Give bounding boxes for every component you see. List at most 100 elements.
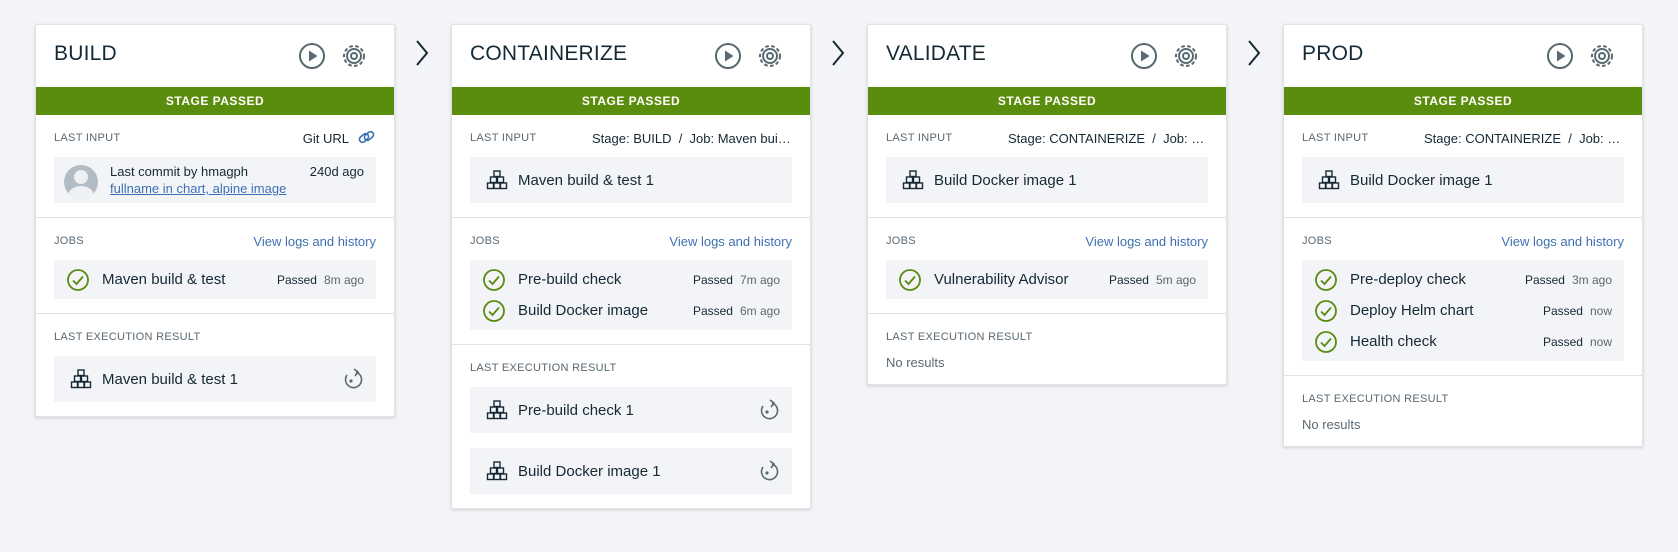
jobs-list: Pre-build check Passed 7m ago Build Dock… xyxy=(470,260,792,330)
redo-icon[interactable] xyxy=(756,397,782,423)
play-icon[interactable] xyxy=(1545,41,1575,71)
gear-icon[interactable] xyxy=(1587,41,1617,71)
job-time: 3m ago xyxy=(1571,272,1612,287)
commit-info: Last commit by hmagph fullname in chart,… xyxy=(54,157,376,203)
job-row[interactable]: Deploy Helm chart Passed now xyxy=(1302,295,1624,326)
job-name: Build Docker image xyxy=(518,302,649,319)
result-item[interactable]: Pre-build check 1 xyxy=(470,387,792,433)
result-item[interactable]: Build Docker image 1 xyxy=(470,448,792,494)
section-label: LAST EXECUTION RESULT xyxy=(470,362,617,374)
check-circle-icon xyxy=(1315,268,1337,291)
stage-header: BUILD xyxy=(36,25,394,87)
result-item[interactable]: Maven build & test 1 xyxy=(54,356,376,402)
gear-icon[interactable] xyxy=(755,41,785,71)
view-logs-link[interactable]: View logs and history xyxy=(253,234,376,249)
stage-title: VALIDATE xyxy=(886,42,987,65)
view-logs-link[interactable]: View logs and history xyxy=(1501,234,1624,249)
input-artifact[interactable]: Maven build & test 1 xyxy=(470,157,792,203)
stage-title: CONTAINERIZE xyxy=(470,42,628,65)
result-name: Maven build & test 1 xyxy=(102,370,238,388)
section-label: LAST EXECUTION RESULT xyxy=(886,331,1033,343)
last-result-section: LAST EXECUTION RESULT No results xyxy=(1284,376,1642,446)
section-label: LAST EXECUTION RESULT xyxy=(54,331,201,343)
stage-title: PROD xyxy=(1302,42,1364,65)
result-name: Pre-build check 1 xyxy=(518,401,634,419)
job-name: Deploy Helm chart xyxy=(1350,302,1474,319)
no-results-text: No results xyxy=(1302,417,1361,432)
result-name: Build Docker image 1 xyxy=(518,462,661,480)
input-source: Stage: BUILD / Job: Maven build & test xyxy=(592,130,792,146)
check-circle-icon xyxy=(483,299,505,322)
stage-card-prod: PROD STAGE PASSED LAST INPUT Stage: CONT… xyxy=(1283,24,1643,447)
last-input-section: LAST INPUT Stage: BUILD / Job: Maven bui… xyxy=(452,115,810,218)
blocks-icon xyxy=(486,461,508,481)
check-circle-icon xyxy=(67,268,89,291)
commit-message-link[interactable]: fullname in chart, alpine image xyxy=(110,181,286,196)
job-time: now xyxy=(1589,303,1612,318)
blocks-icon xyxy=(70,369,92,389)
stage-card-build: BUILD STAGE PASSED LAST INPUT Git URL La… xyxy=(35,24,395,417)
job-status: Passed xyxy=(692,272,733,287)
last-input-section: LAST INPUT Stage: CONTAINERIZE / Job: Bu… xyxy=(868,115,1226,218)
job-row[interactable]: Pre-build check Passed 7m ago xyxy=(470,264,792,295)
redo-icon[interactable] xyxy=(340,366,366,392)
play-icon[interactable] xyxy=(1129,41,1159,71)
gear-icon[interactable] xyxy=(339,41,369,71)
gear-icon[interactable] xyxy=(1171,41,1201,71)
stage-status-banner: STAGE PASSED xyxy=(452,87,810,115)
stage-status-banner: STAGE PASSED xyxy=(36,87,394,115)
job-row[interactable]: Vulnerability Advisor Passed 5m ago xyxy=(886,264,1208,295)
delivery-pipeline: BUILD STAGE PASSED LAST INPUT Git URL La… xyxy=(0,0,1678,552)
section-label: LAST EXECUTION RESULT xyxy=(1302,393,1449,405)
check-circle-icon xyxy=(1315,299,1337,322)
job-time: 5m ago xyxy=(1155,272,1196,287)
input-source: Git URL xyxy=(302,130,349,146)
job-status: Passed xyxy=(1542,303,1583,318)
stage-card-validate: VALIDATE STAGE PASSED LAST INPUT Stage: … xyxy=(867,24,1227,385)
job-status: Passed xyxy=(1524,272,1565,287)
job-status: Passed xyxy=(1542,334,1583,349)
stage-card-containerize: CONTAINERIZE STAGE PASSED LAST INPUT Sta… xyxy=(451,24,811,509)
job-time: 6m ago xyxy=(739,303,780,318)
jobs-section: JOBS View logs and history Maven build &… xyxy=(36,218,394,314)
section-label: JOBS xyxy=(1302,235,1332,247)
play-icon[interactable] xyxy=(297,41,327,71)
jobs-section: JOBS View logs and history Vulnerability… xyxy=(868,218,1226,314)
stage-header: PROD xyxy=(1284,25,1642,87)
last-result-section: LAST EXECUTION RESULT Pre-build check 1 … xyxy=(452,345,810,508)
jobs-list: Vulnerability Advisor Passed 5m ago xyxy=(886,260,1208,299)
stage-header: VALIDATE xyxy=(868,25,1226,87)
view-logs-link[interactable]: View logs and history xyxy=(669,234,792,249)
job-row[interactable]: Maven build & test Passed 8m ago xyxy=(54,264,376,295)
jobs-section: JOBS View logs and history Pre-build che… xyxy=(452,218,810,345)
input-source: Stage: CONTAINERIZE / Job: Build Docker … xyxy=(1008,130,1208,146)
blocks-icon xyxy=(486,400,508,420)
job-row[interactable]: Build Docker image Passed 6m ago xyxy=(470,295,792,326)
job-time: 7m ago xyxy=(739,272,780,287)
chevron-right-icon xyxy=(416,40,429,66)
last-input-section: LAST INPUT Git URL Last commit by hmagph… xyxy=(36,115,394,218)
redo-icon[interactable] xyxy=(756,458,782,484)
stage-title: BUILD xyxy=(54,42,117,65)
job-row[interactable]: Health check Passed now xyxy=(1302,326,1624,357)
commit-author: Last commit by hmagph xyxy=(110,164,249,179)
job-name: Vulnerability Advisor xyxy=(934,271,1069,288)
input-artifact[interactable]: Build Docker image 1 xyxy=(1302,157,1624,203)
check-circle-icon xyxy=(483,268,505,291)
jobs-section: JOBS View logs and history Pre-deploy ch… xyxy=(1284,218,1642,376)
section-label: LAST INPUT xyxy=(54,132,121,144)
no-results-text: No results xyxy=(886,355,945,370)
job-name: Health check xyxy=(1350,333,1437,350)
check-circle-icon xyxy=(899,268,921,291)
stage-status-banner: STAGE PASSED xyxy=(868,87,1226,115)
link-icon[interactable] xyxy=(356,130,376,146)
stage-status-banner: STAGE PASSED xyxy=(1284,87,1642,115)
job-status: Passed xyxy=(276,272,317,287)
input-name: Build Docker image 1 xyxy=(934,171,1077,189)
section-label: JOBS xyxy=(886,235,916,247)
play-icon[interactable] xyxy=(713,41,743,71)
input-artifact[interactable]: Build Docker image 1 xyxy=(886,157,1208,203)
view-logs-link[interactable]: View logs and history xyxy=(1085,234,1208,249)
job-row[interactable]: Pre-deploy check Passed 3m ago xyxy=(1302,264,1624,295)
avatar xyxy=(64,165,98,199)
